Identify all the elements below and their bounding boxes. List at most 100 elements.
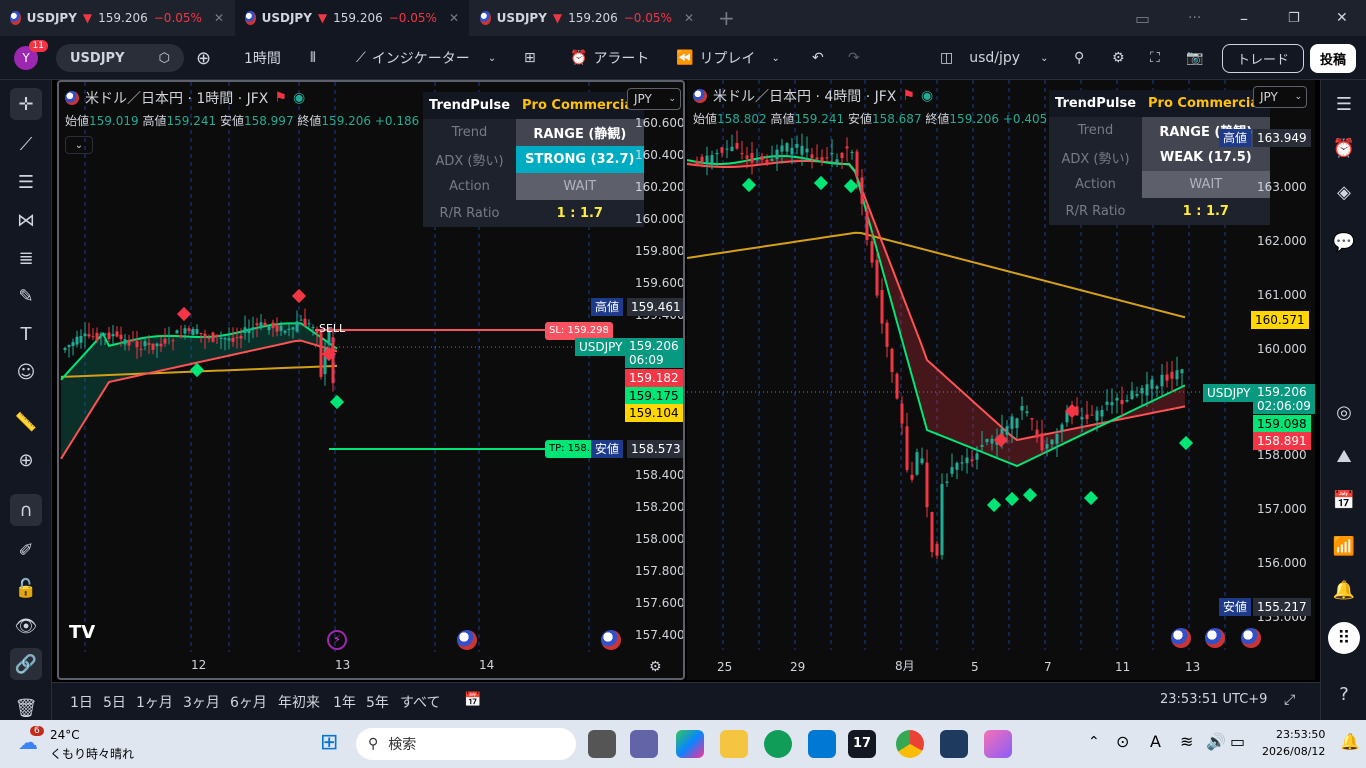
layout-grid-icon[interactable]: ⊞ bbox=[524, 36, 536, 80]
lock-icon[interactable]: 🔓 bbox=[10, 572, 42, 604]
wifi-icon[interactable]: ≋ bbox=[1180, 732, 1193, 751]
close-icon[interactable]: ✕ bbox=[684, 11, 694, 25]
link-icon[interactable]: 🔗 bbox=[10, 648, 42, 680]
layout-button[interactable]: ◫ usd/jpy ⌄ bbox=[940, 36, 1048, 80]
tab-3[interactable]: USDJPY ▼ 159.206 −0.05% ✕ bbox=[470, 0, 704, 36]
replay-button[interactable]: ⏪ リプレイ ⌄ bbox=[676, 36, 780, 80]
teams-icon[interactable] bbox=[630, 730, 658, 758]
network-icon[interactable]: ⊙ bbox=[1116, 732, 1129, 751]
range-1m[interactable]: 1ヶ月 bbox=[136, 692, 173, 712]
more-icon[interactable]: ··· bbox=[1178, 0, 1211, 36]
indicators-button[interactable]: ⟋ インジケーター ⌄ bbox=[356, 36, 496, 80]
range-all[interactable]: すべて bbox=[400, 692, 440, 712]
undo-icon[interactable]: ↶ bbox=[812, 36, 824, 80]
alert-button[interactable]: ⏰ アラート bbox=[570, 36, 649, 80]
range-1y[interactable]: 1年 bbox=[333, 692, 356, 712]
watchlist-icon[interactable]: ☰ bbox=[1328, 88, 1360, 120]
settings-icon[interactable]: ⚙ bbox=[649, 659, 662, 675]
range-ytd[interactable]: 年初来 bbox=[278, 692, 320, 712]
help-icon[interactable]: ? bbox=[1328, 678, 1360, 710]
us-event-icon[interactable] bbox=[1241, 628, 1261, 648]
close-icon[interactable]: ✕ bbox=[214, 11, 224, 25]
quick-search-icon[interactable]: ⚲ bbox=[1074, 36, 1084, 80]
add-symbol-button[interactable]: ⊕ bbox=[196, 36, 211, 80]
avatar[interactable]: Y 11 bbox=[14, 40, 48, 70]
text-icon[interactable]: T bbox=[10, 318, 42, 350]
utc-clock[interactable]: 23:53:51 UTC+9 bbox=[1160, 692, 1267, 707]
maximize-button[interactable]: ❐ bbox=[1278, 0, 1310, 36]
currency-select[interactable]: JPY ⌄ bbox=[1253, 86, 1307, 108]
range-6m[interactable]: 6ヶ月 bbox=[230, 692, 267, 712]
range-3m[interactable]: 3ヶ月 bbox=[183, 692, 220, 712]
candle-type-icon[interactable]: ⫴ bbox=[310, 36, 316, 80]
magnet-icon[interactable]: ∩ bbox=[10, 494, 42, 526]
screen-icon[interactable]: ▭ bbox=[1125, 0, 1160, 36]
tradingview-app-icon[interactable]: 17 bbox=[848, 730, 876, 758]
close-icon[interactable]: ✕ bbox=[449, 11, 459, 25]
range-5y[interactable]: 5年 bbox=[366, 692, 389, 712]
broadcast-icon[interactable]: 📶 bbox=[1328, 530, 1360, 562]
fullscreen-icon[interactable]: ⛶ bbox=[1150, 36, 1160, 80]
range-5d[interactable]: 5日 bbox=[103, 692, 126, 712]
user-menu[interactable]: Y 11 bbox=[14, 36, 48, 80]
new-tab-button[interactable]: + bbox=[708, 0, 745, 36]
interval-button[interactable]: 1時間 bbox=[244, 36, 281, 80]
alerts-clock-icon[interactable]: ⏰ bbox=[1328, 132, 1360, 164]
trend-line-icon[interactable]: ⟋ bbox=[10, 128, 42, 160]
pattern-icon[interactable]: ⋈ bbox=[10, 204, 42, 236]
chat-icon[interactable]: 💬 bbox=[1328, 226, 1360, 258]
volume-icon[interactable]: 🔊 bbox=[1206, 732, 1226, 751]
calendar-icon[interactable]: 📅 bbox=[1328, 484, 1360, 516]
chevron-down-icon[interactable]: ⌄ bbox=[65, 136, 93, 154]
store-icon[interactable] bbox=[808, 730, 836, 758]
ruler-icon[interactable]: 📏 bbox=[10, 406, 42, 438]
notification-bell-icon[interactable]: 🔔 bbox=[1340, 732, 1360, 751]
tab-1[interactable]: USDJPY ▼ 159.206 −0.05% ✕ bbox=[0, 0, 234, 36]
camera-icon[interactable]: 📷 bbox=[1186, 36, 1203, 80]
trade-button[interactable]: トレード bbox=[1222, 36, 1305, 80]
lightning-event-icon[interactable]: ⚡ bbox=[327, 630, 347, 650]
chevron-up-icon[interactable]: ⌃ bbox=[1088, 734, 1100, 750]
edge-icon[interactable] bbox=[764, 730, 792, 758]
copilot-icon[interactable] bbox=[676, 730, 704, 758]
bell-icon[interactable]: 🔔 bbox=[1328, 574, 1360, 606]
horizontal-lines-icon[interactable]: ☰ bbox=[10, 166, 42, 198]
target-icon[interactable]: ◎ bbox=[1328, 396, 1360, 428]
app-icon[interactable] bbox=[940, 730, 968, 758]
settings-icon[interactable]: ⚙ bbox=[1112, 36, 1125, 80]
clock-date[interactable]: 2026/08/12 bbox=[1262, 745, 1325, 758]
chart-pane-1h[interactable]: 米ドル／日本円 · 1時間 · JFX ⚑ ◉ 始値159.019 高値159.… bbox=[57, 80, 685, 680]
ime-icon[interactable]: A bbox=[1150, 732, 1161, 751]
task-view-icon[interactable] bbox=[588, 730, 616, 758]
apps-icon[interactable]: ⠿ bbox=[1328, 622, 1360, 654]
range-1d[interactable]: 1日 bbox=[70, 692, 93, 712]
us-event-icon[interactable] bbox=[1171, 628, 1191, 648]
brush-icon[interactable]: ✎ bbox=[10, 280, 42, 312]
chrome-icon[interactable] bbox=[896, 730, 924, 758]
eye-icon[interactable]: 👁 bbox=[10, 610, 42, 642]
us-event-icon[interactable] bbox=[457, 630, 477, 650]
lock-pen-icon[interactable]: ✐ bbox=[10, 534, 42, 566]
crosshair-icon[interactable]: ✛ bbox=[10, 88, 42, 120]
symbol-search[interactable]: USDJPY ⬡ bbox=[56, 36, 184, 80]
redo-icon[interactable]: ↷ bbox=[848, 36, 860, 80]
file-explorer-icon[interactable] bbox=[720, 730, 748, 758]
taskbar-search[interactable]: ⚲ 検索 bbox=[356, 728, 576, 760]
layers-icon[interactable]: ◈ bbox=[1328, 176, 1360, 208]
date-range-icon[interactable]: 📅 bbox=[464, 692, 481, 708]
us-event-icon[interactable] bbox=[601, 630, 621, 650]
fib-icon[interactable]: ≣ bbox=[10, 242, 42, 274]
app-icon-2[interactable] bbox=[984, 730, 1012, 758]
close-window-button[interactable]: ✕ bbox=[1326, 0, 1358, 36]
zoom-icon[interactable]: ⊕ bbox=[10, 444, 42, 476]
tab-2[interactable]: USDJPY ▼ 159.206 −0.05% ✕ bbox=[235, 0, 469, 36]
windows-start-icon[interactable]: ⊞ bbox=[320, 730, 338, 755]
post-button[interactable]: 投稿 bbox=[1310, 36, 1357, 80]
currency-select[interactable]: JPY ⌄ bbox=[627, 88, 681, 110]
fullscreen-icon[interactable]: ⤢ bbox=[1284, 692, 1295, 708]
ideas-icon[interactable]: ⛰ bbox=[1328, 440, 1360, 472]
clock-time[interactable]: 23:53:50 bbox=[1276, 728, 1325, 741]
chart-pane-4h[interactable]: 米ドル／日本円 · 4時間 · JFX ⚑ ◉ 始値158.802 高値159.… bbox=[687, 80, 1315, 680]
minimize-button[interactable]: – bbox=[1230, 0, 1258, 36]
battery-icon[interactable]: ▭ bbox=[1230, 732, 1245, 751]
